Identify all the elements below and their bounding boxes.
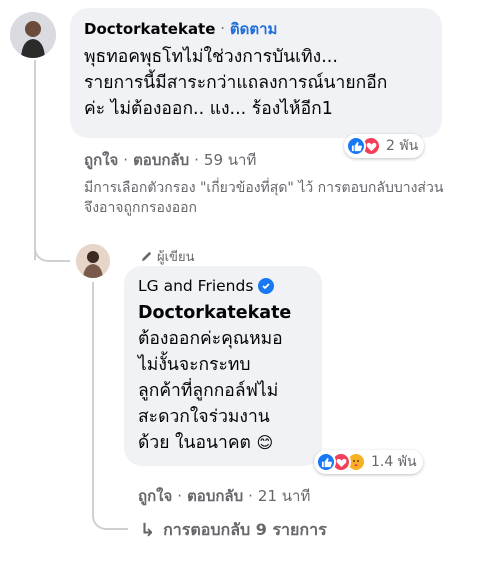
smile-emoji: 😊 xyxy=(256,433,274,452)
reply-text: Doctorkatekate ต้องออกค่ะคุณหมอ ไม่งั้นจ… xyxy=(138,300,308,456)
comment-bubble: Doctorkatekate · ติดตาม พุธทอคพุธโทไม่ใช… xyxy=(70,8,442,138)
view-more-replies-button[interactable]: ↳ การตอบกลับ 9 รายการ xyxy=(140,518,327,543)
reply-bubble: LG and Friends Doctorkatekate ต้องออกค่ะ… xyxy=(124,266,322,466)
comment-timestamp[interactable]: 59 นาที xyxy=(204,148,256,172)
like-button[interactable]: ถูกใจ xyxy=(138,484,172,508)
thread-line-curve xyxy=(34,246,70,262)
separator-dot: · xyxy=(123,151,129,169)
comment-line: ค่ะ ไม่ต้องออก.. แง... ร้องไห้อีก1 xyxy=(84,99,333,119)
follow-button[interactable]: ติดตาม xyxy=(230,17,278,41)
view-more-replies-label: การตอบกลับ 9 รายการ xyxy=(163,520,327,539)
author-badge: ผู้เขียน xyxy=(140,246,194,267)
comment-actions: ถูกใจ · ตอบกลับ · 59 นาที xyxy=(84,148,256,172)
commenter-avatar[interactable] xyxy=(10,12,56,58)
comment-reactions[interactable]: 2 พัน xyxy=(344,134,425,158)
reply-reactions[interactable]: 1.4 พัน xyxy=(314,450,423,474)
reply-line: ไม่งั้นจะกระทบ xyxy=(138,355,251,375)
reaction-count: 2 พัน xyxy=(386,138,419,154)
reply-author-name[interactable]: LG and Friends xyxy=(138,277,253,295)
filter-note-line: จึงอาจถูกกรองออก xyxy=(84,200,197,216)
comment-line: รายการนี้มีสาระกว่าแถลงการณ์นายกอีก xyxy=(84,73,388,93)
comment-line: พุธทอคพุธโทไม่ใช่วงการบันเทิง... xyxy=(84,47,338,67)
like-icon xyxy=(316,452,336,472)
separator-dot: · xyxy=(220,21,225,37)
thread-line-vertical xyxy=(34,60,36,260)
reply-arrow-icon: ↳ xyxy=(140,520,156,541)
reply-button[interactable]: ตอบกลับ xyxy=(187,484,243,508)
reply-line: ด้วย ในอนาคต xyxy=(138,433,251,453)
reply-line: ต้องออกค่ะคุณหมอ xyxy=(138,329,283,349)
reply-button[interactable]: ตอบกลับ xyxy=(133,148,189,172)
separator-dot: · xyxy=(177,487,183,505)
reply-line: สะดวกใจร่วมงาน xyxy=(138,407,270,427)
reply-avatar-image xyxy=(76,244,110,278)
thread-line-reply-curve xyxy=(92,500,128,530)
like-button[interactable]: ถูกใจ xyxy=(84,148,118,172)
filter-note-line: มีการเลือกตัวกรอง "เกี่ยวข้องที่สุด" ไว้… xyxy=(84,180,444,196)
reply-mention[interactable]: Doctorkatekate xyxy=(138,300,308,326)
separator-dot: · xyxy=(248,487,253,505)
separator-dot: · xyxy=(194,151,199,169)
thread-line-reply xyxy=(92,282,94,510)
comment-text: พุธทอคพุธโทไม่ใช่วงการบันเทิง... รายการน… xyxy=(84,44,428,122)
comment-author-name[interactable]: Doctorkatekate xyxy=(84,20,215,38)
verified-badge-icon xyxy=(258,278,275,294)
filter-note: มีการเลือกตัวกรอง "เกี่ยวข้องที่สุด" ไว้… xyxy=(84,178,494,218)
pencil-icon xyxy=(141,251,152,262)
reply-actions: ถูกใจ · ตอบกลับ · 21 นาที xyxy=(138,484,310,508)
like-icon xyxy=(346,136,366,156)
reaction-count: 1.4 พัน xyxy=(371,454,417,470)
commenter-avatar-image xyxy=(10,12,56,58)
reply-line: ลูกค้าที่ลูกกอล์ฟไม่ xyxy=(138,381,279,401)
author-badge-label: ผู้เขียน xyxy=(157,250,195,265)
reply-author-avatar[interactable] xyxy=(76,244,110,278)
reply-timestamp[interactable]: 21 นาที xyxy=(258,484,310,508)
